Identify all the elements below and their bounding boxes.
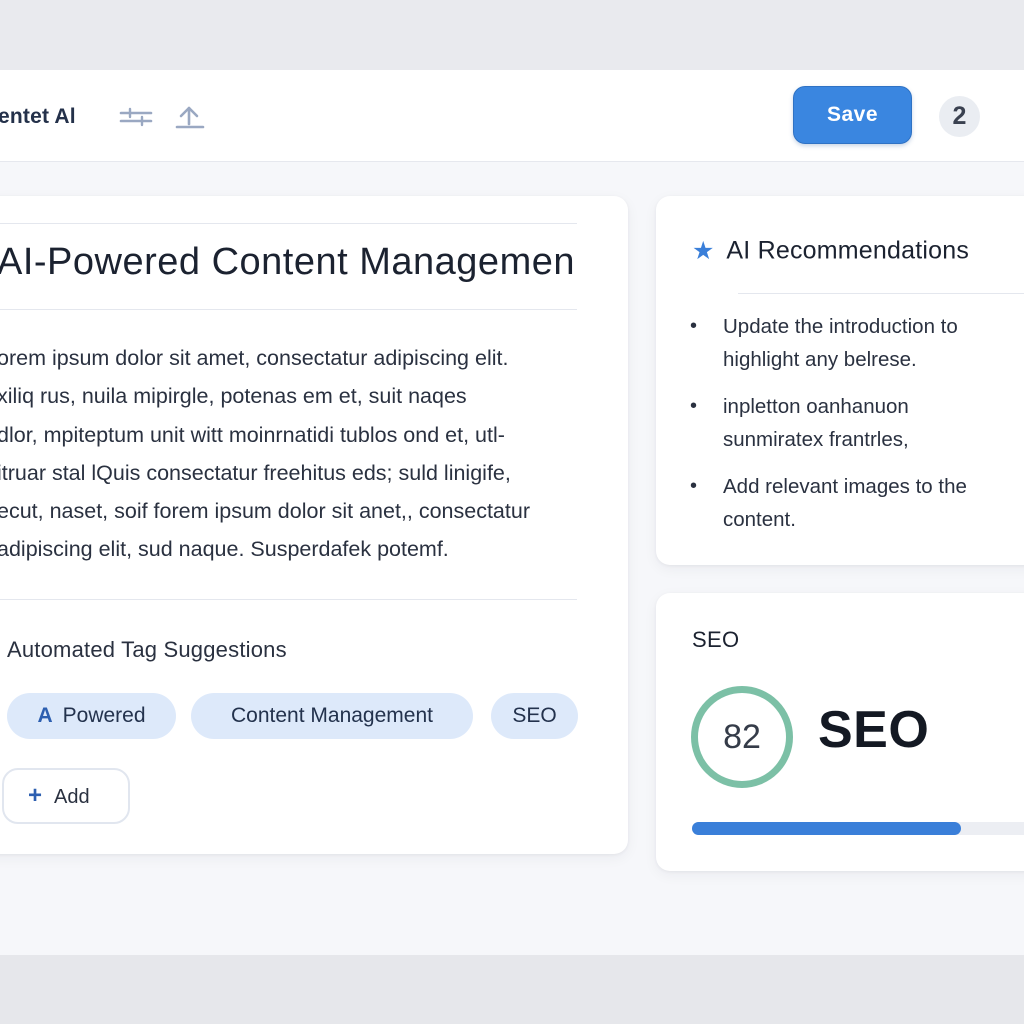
document-body[interactable]: orem ipsum dolor sit amet, consectatur a…	[0, 343, 597, 573]
document-title[interactable]: AI-Powered Content Managemen	[0, 241, 575, 284]
recommendations-list: Update the introduction to highlight any…	[690, 310, 1010, 550]
recommendations-title: AI Recommendations	[726, 236, 970, 265]
ai-recommendations-card: ★ AI Recommendations Update the introduct…	[656, 196, 1024, 565]
add-tag-button[interactable]: + Add	[2, 768, 130, 824]
tag-chip-label: SEO	[512, 704, 557, 727]
seo-progress-fill	[692, 822, 961, 835]
tag-suggestions-heading: Automated Tag Suggestions	[7, 637, 287, 662]
app-brand: entet Al	[0, 105, 76, 128]
sliders-icon[interactable]	[119, 104, 153, 130]
divider	[0, 599, 577, 600]
seo-big-label: SEO	[818, 701, 930, 759]
body-line: orem ipsum dolor sit amet, consectatur a…	[0, 346, 509, 370]
tag-chip-label: Powered	[62, 704, 146, 727]
seo-score-card: SEO 82 SEO	[656, 593, 1024, 871]
add-tag-label: Add	[54, 786, 90, 808]
recommendation-item[interactable]: inpletton oanhanuon sunmiratex frantrles…	[690, 390, 1010, 456]
ai-letter-icon: A	[37, 704, 53, 727]
recommendations-header: ★ AI Recommendations	[692, 236, 969, 266]
notification-count-badge[interactable]: 2	[939, 96, 980, 137]
seo-score-ring: 82	[691, 686, 793, 788]
toolbar: entet Al Save 2	[0, 70, 1024, 162]
body-line: dlor, mpiteptum unit witt moinrnatidi tu…	[0, 422, 505, 447]
top-background	[0, 0, 1024, 70]
seo-progress-bar	[692, 822, 1024, 835]
tag-chip-seo[interactable]: SEO	[491, 693, 578, 739]
app-window: entet Al Save 2 AI-Powered Content Manag…	[0, 70, 1024, 955]
body-line: adipiscing elit, sud naque. Susperdafek …	[0, 537, 449, 562]
seo-card-label: SEO	[692, 627, 740, 652]
body-line: xiliq rus, nuila mipirgle, potenas em et…	[0, 384, 467, 409]
save-button[interactable]: Save	[793, 86, 912, 144]
star-icon: ★	[692, 237, 715, 265]
divider	[0, 309, 577, 310]
body-line: ecut, naset, soif forem ipsum dolor sit …	[0, 499, 530, 524]
recommendation-item[interactable]: Update the introduction to highlight any…	[690, 310, 1010, 376]
body-line: itruar stal lQuis consectatur freehitus …	[0, 460, 511, 485]
divider	[0, 223, 577, 224]
upload-icon[interactable]	[173, 104, 207, 130]
tag-chip-powered[interactable]: A Powered	[7, 693, 176, 739]
tag-chip-label: Content Management	[231, 704, 433, 727]
recommendation-item[interactable]: Add relevant images to the content.	[690, 470, 1010, 536]
content-editor-card: AI-Powered Content Managemen orem ipsum …	[0, 196, 628, 854]
bottom-background	[0, 955, 1024, 1024]
plus-icon: +	[28, 782, 43, 809]
tag-chip-content-management[interactable]: Content Management	[191, 693, 473, 739]
divider	[738, 293, 1024, 294]
seo-score-value: 82	[723, 718, 761, 756]
